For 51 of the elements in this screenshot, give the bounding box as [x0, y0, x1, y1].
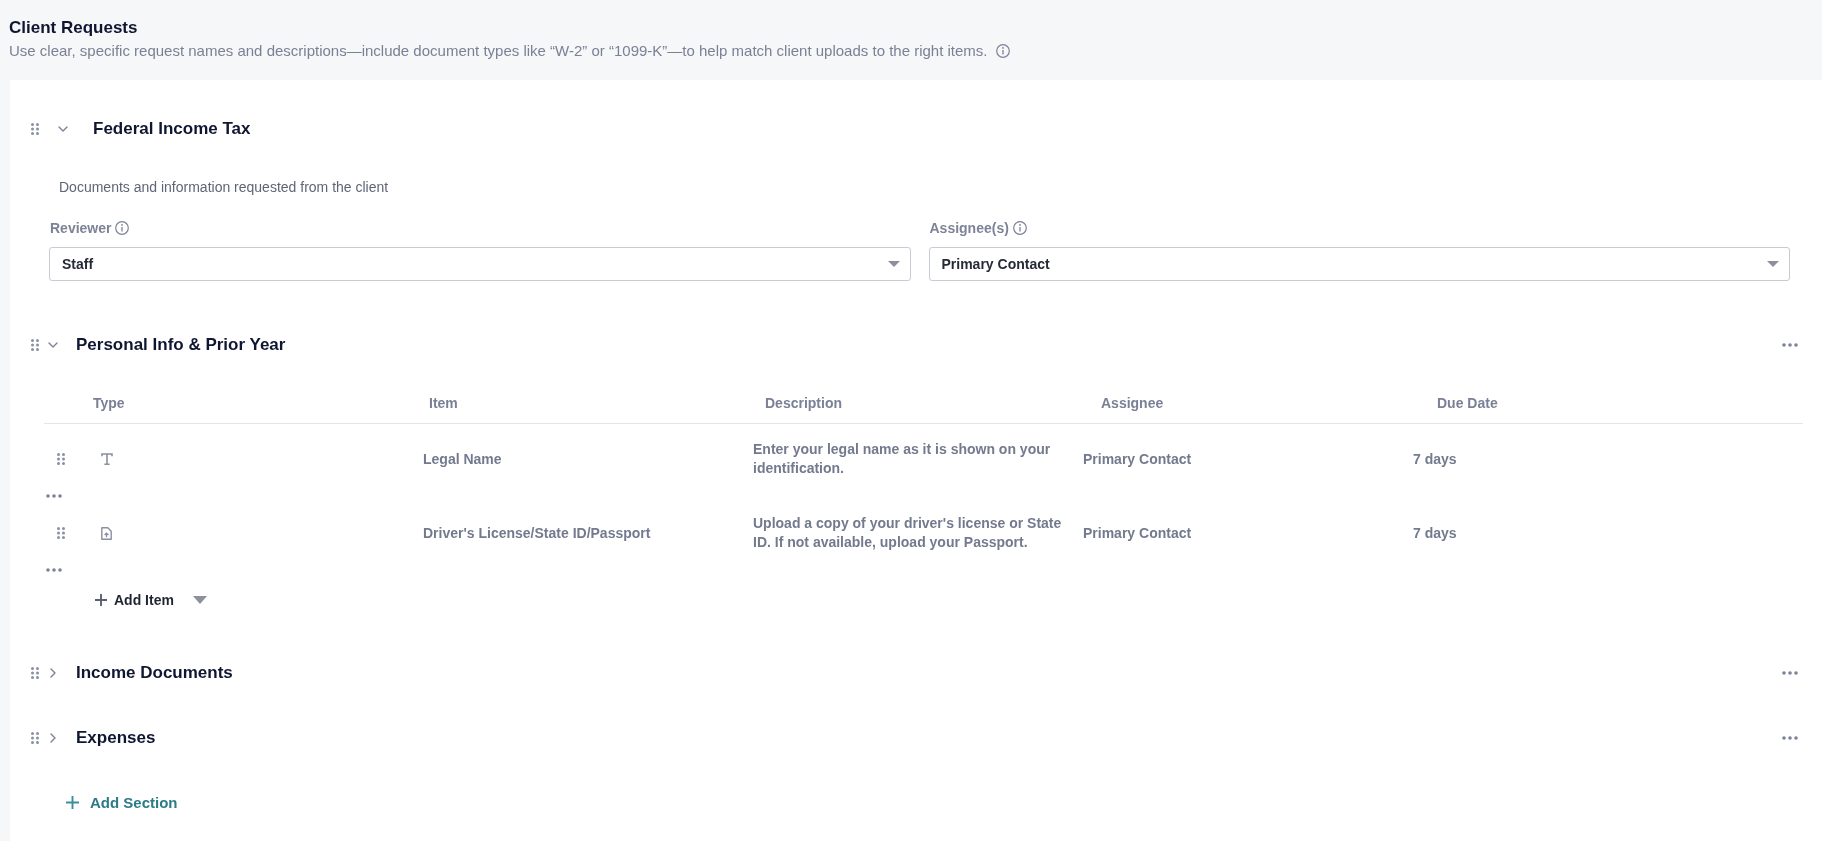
more-icon[interactable]	[1782, 671, 1798, 675]
field-label: Assignee(s)	[929, 220, 1009, 236]
drag-handle-icon[interactable]	[31, 123, 39, 135]
caret-icon	[1767, 261, 1779, 267]
more-icon[interactable]	[46, 494, 62, 498]
more-icon[interactable]	[1782, 343, 1798, 347]
table-cell-text: Driver's License/State ID/Passport	[423, 523, 652, 543]
column-header: Item	[429, 394, 459, 411]
info-icon[interactable]	[1012, 221, 1027, 235]
more-icon[interactable]	[46, 568, 62, 572]
plus-icon	[66, 795, 79, 809]
more-icon[interactable]	[1782, 736, 1798, 740]
text-type-icon	[101, 453, 113, 465]
table-cell-text: Enter your legal name as it is shown on your identification.	[753, 440, 1052, 478]
column-header: Assignee	[1101, 394, 1165, 411]
drag-handle-icon[interactable]	[57, 453, 65, 465]
dropdown-field[interactable]: Primary Contact	[928, 247, 1790, 281]
drag-handle-icon[interactable]	[31, 732, 39, 744]
group-title: Expenses	[76, 728, 156, 748]
caret-icon[interactable]	[192, 596, 207, 604]
section-description: Documents and information requested from the client	[59, 178, 389, 197]
section-title: Federal Income Tax	[93, 119, 251, 139]
table-cell-text: 7 days	[1413, 449, 1458, 469]
caret-icon	[887, 261, 900, 267]
file-upload-icon	[101, 526, 112, 540]
drag-handle-icon[interactable]	[31, 667, 39, 679]
chevron-right-icon[interactable]	[50, 668, 56, 678]
group-title: Income Documents	[76, 663, 233, 683]
drag-handle-icon[interactable]	[57, 527, 65, 539]
column-header: Type	[93, 394, 126, 411]
page-description: Use clear, specific request names and descriptions—include document types like “W-2” or “1099-K”—to help match client uploads to the right items.	[9, 41, 988, 61]
drag-handle-icon[interactable]	[31, 339, 39, 351]
dropdown-field[interactable]: Staff	[49, 247, 911, 281]
add-item-button[interactable]: Add Item	[95, 592, 174, 608]
table-cell-text: 7 days	[1413, 523, 1458, 543]
table-cell-text: Primary Contact	[1083, 449, 1193, 469]
info-icon[interactable]	[995, 44, 1010, 58]
column-header: Description	[765, 394, 843, 411]
column-header: Due Date	[1437, 394, 1499, 411]
group-title: Personal Info & Prior Year	[76, 335, 286, 355]
field-label: Reviewer	[50, 220, 112, 236]
info-icon[interactable]	[115, 221, 130, 235]
plus-icon	[95, 594, 107, 606]
table-cell-text: Primary Contact	[1083, 523, 1193, 543]
chevron-down-icon[interactable]	[48, 342, 58, 348]
table-cell-text: Upload a copy of your driver's license or State ID. If not available, upload your Passport.	[753, 514, 1063, 552]
chevron-right-icon[interactable]	[50, 733, 56, 743]
page-title: Client Requests	[9, 17, 139, 39]
table-cell-text: Legal Name	[423, 449, 503, 469]
add-section-button[interactable]: Add Section	[66, 793, 178, 811]
chevron-down-icon[interactable]	[58, 126, 68, 132]
